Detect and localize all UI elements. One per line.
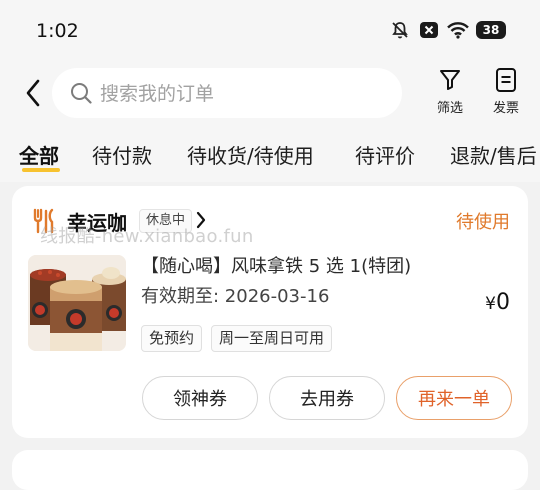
invoice-label: 发票 — [492, 101, 519, 116]
tab-all[interactable]: 全部 — [19, 140, 59, 169]
status-bar: 1:02 38 — [0, 0, 540, 66]
price-symbol: ¥ — [485, 294, 496, 314]
order-status: 待使用 — [456, 212, 510, 233]
invoice-button[interactable]: 发票 — [485, 66, 527, 116]
next-order-card[interactable] — [12, 450, 528, 490]
price: ¥0 — [485, 290, 510, 315]
search-input[interactable] — [98, 68, 392, 120]
search-bar[interactable] — [52, 68, 402, 120]
watermark: 线报酷-new.xianbao.fun — [40, 226, 254, 247]
tab-pending-payment[interactable]: 待付款 — [92, 140, 152, 169]
header: 筛选 发票 — [0, 66, 540, 120]
tab-pending-review[interactable]: 待评价 — [355, 140, 415, 169]
claim-coupon-button[interactable]: 领神券 — [142, 376, 258, 420]
product-image[interactable] — [28, 255, 126, 351]
product-title[interactable]: 【随心喝】风味拿铁 5 选 1(特团) — [141, 252, 411, 278]
battery-icon: 38 — [476, 21, 506, 39]
use-coupon-button[interactable]: 去用券 — [269, 376, 385, 420]
search-icon — [70, 82, 92, 104]
order-card[interactable]: 幸运咖 休息中 待使用 线报酷-new.xianbao.fun 【随心喝】风味拿… — [12, 186, 528, 438]
tag-available-days: 周一至周日可用 — [211, 325, 333, 352]
tag-no-reservation: 免预约 — [141, 325, 203, 352]
order-tabs: 全部 待付款 待收货/待使用 待评价 退款/售后 — [0, 132, 540, 176]
tab-refund-aftersale[interactable]: 退款/售后 — [450, 140, 537, 169]
price-value: 0 — [496, 290, 510, 315]
status-icons: 38 — [389, 20, 506, 40]
close-box-icon — [418, 20, 440, 40]
wifi-icon — [447, 20, 469, 40]
mute-bell-icon — [389, 20, 411, 40]
reorder-button[interactable]: 再来一单 — [396, 376, 512, 420]
filter-label: 筛选 — [436, 101, 463, 116]
back-button[interactable] — [18, 76, 48, 110]
validity-date: 有效期至: 2026-03-16 — [141, 286, 330, 307]
tab-active-indicator — [22, 168, 60, 172]
invoice-icon — [492, 66, 520, 94]
tab-pending-receipt[interactable]: 待收货/待使用 — [187, 140, 314, 169]
chevron-left-icon — [26, 79, 40, 107]
filter-button[interactable]: 筛选 — [429, 66, 471, 116]
status-time: 1:02 — [36, 20, 79, 42]
filter-icon — [436, 66, 464, 94]
